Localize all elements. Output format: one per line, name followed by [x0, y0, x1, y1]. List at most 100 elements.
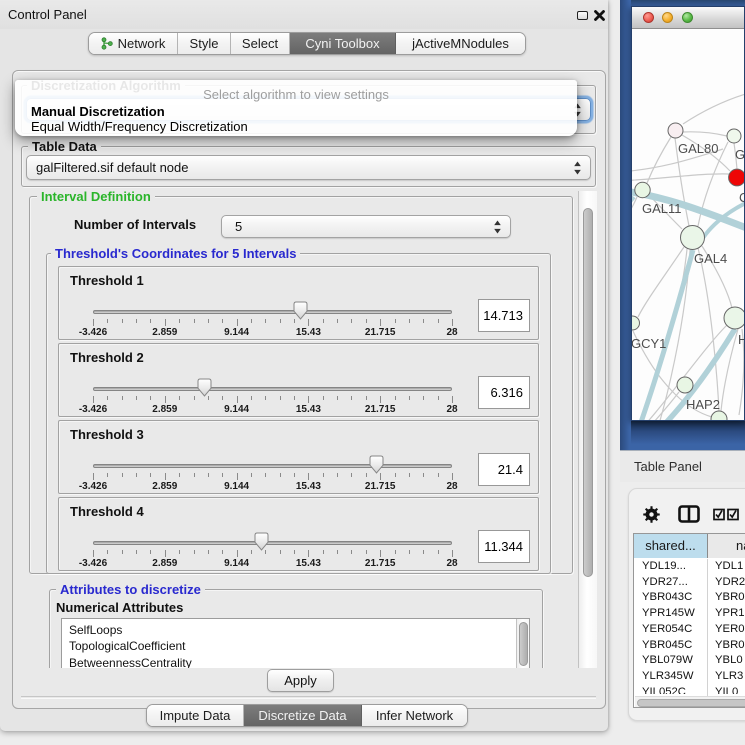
slider-tick — [409, 396, 410, 400]
float-window-icon[interactable] — [577, 11, 588, 20]
slider-tick — [265, 396, 266, 400]
scrollbar-thumb[interactable] — [583, 208, 593, 577]
threshold-label: Threshold 2 — [70, 350, 144, 365]
slider-track[interactable] — [93, 464, 452, 468]
attribute-list-item[interactable]: SelfLoops — [62, 622, 529, 638]
tab-impute-data[interactable]: Impute Data — [147, 705, 244, 726]
HAP2-node[interactable] — [677, 377, 693, 393]
scrollbar-thumb[interactable] — [519, 622, 528, 666]
slider-tick — [237, 473, 238, 480]
slider-tick — [222, 319, 223, 323]
threshold-value-field[interactable]: 6.316 — [478, 376, 530, 409]
settings-scrollbar[interactable] — [578, 191, 597, 668]
slider-scale-label: 28 — [446, 481, 457, 492]
table-cell-shared-name: YDR27... — [642, 576, 688, 588]
slider-tick — [107, 473, 108, 477]
table-row[interactable]: YBR045CYBR0 — [634, 638, 745, 654]
table-row[interactable]: YBR043CYBR0 — [634, 590, 745, 606]
network-edge — [683, 93, 744, 124]
threshold-value-field[interactable]: 21.4 — [478, 453, 530, 486]
GAL11-node[interactable] — [635, 182, 650, 197]
slider-scale-label: 2.859 — [152, 481, 177, 492]
minimize-traffic-light[interactable] — [662, 12, 673, 23]
slider-tick — [179, 550, 180, 554]
slider-track[interactable] — [93, 541, 452, 545]
slider-thumb[interactable] — [293, 301, 308, 320]
table-cell-shared-name: YDL19... — [642, 560, 686, 572]
network-edge-highlighted — [632, 250, 693, 420]
threshold-value-field[interactable]: 14.713 — [478, 299, 530, 332]
G-node[interactable] — [727, 129, 741, 143]
H-node[interactable] — [724, 307, 744, 329]
slider-tick — [179, 396, 180, 400]
slider-tick — [150, 319, 151, 323]
popup-item-1[interactable]: Manual Discretization — [31, 104, 165, 119]
threshold-panel-2: Threshold 2-3.4262.8599.14415.4321.71528… — [58, 343, 539, 417]
select-columns-icon[interactable] — [713, 508, 741, 521]
bottom-node[interactable] — [711, 411, 727, 420]
number-of-intervals-label: Number of Intervals — [74, 217, 196, 232]
tab-label: Infer Network — [376, 708, 453, 723]
threshold-value-field[interactable]: 11.344 — [478, 530, 530, 563]
network-edge — [632, 249, 687, 420]
slider-tick — [323, 473, 324, 477]
node-table: shared... na YDL19...YDL1YDR27...YDR2YBR… — [633, 533, 745, 708]
network-canvas[interactable]: GAL80GACGAL11GAL4GCY1HHAP2 — [632, 29, 744, 420]
zoom-traffic-light[interactable] — [682, 12, 693, 23]
table-row[interactable]: YLR345WYLR3 — [634, 669, 745, 685]
tab-cyni-toolbox[interactable]: Cyni Toolbox — [290, 33, 396, 54]
network-window-titlebar[interactable] — [632, 7, 744, 29]
slider-tick — [222, 473, 223, 477]
tab-jactivemnodules[interactable]: jActiveMNodules — [396, 33, 525, 54]
table-header-name[interactable]: na — [708, 534, 745, 558]
GAL80-node[interactable] — [668, 123, 683, 138]
close-traffic-light[interactable] — [643, 12, 654, 23]
table-cell-name: YLR3 — [715, 670, 743, 682]
slider-tick — [380, 550, 381, 557]
tab-select[interactable]: Select — [231, 33, 290, 54]
table-row[interactable]: YBL079WYBL0 — [634, 653, 745, 669]
G-node-label: GA — [735, 147, 744, 162]
tab-discretize-data[interactable]: Discretize Data — [244, 705, 362, 726]
table-row[interactable]: YPR145WYPR1 — [634, 606, 745, 622]
tab-infer-network[interactable]: Infer Network — [362, 705, 467, 726]
attributes-list-scrollbar[interactable] — [516, 619, 529, 668]
slider-tick — [222, 396, 223, 400]
slider-tick — [308, 319, 309, 326]
apply-button[interactable]: Apply — [267, 669, 334, 692]
close-icon[interactable] — [593, 9, 606, 22]
table-row[interactable]: YIL052CYIL0 — [634, 685, 745, 694]
scrollbar-thumb[interactable] — [637, 699, 745, 707]
tab-style[interactable]: Style — [178, 33, 231, 54]
attribute-list-item[interactable]: BetweennessCentrality — [62, 655, 529, 668]
table-row[interactable]: YER054CYER0 — [634, 622, 745, 638]
tab-network[interactable]: Network — [89, 33, 178, 54]
table-header-shared[interactable]: shared... — [634, 534, 708, 558]
slider-track[interactable] — [93, 310, 452, 314]
slider-thumb[interactable] — [254, 532, 269, 551]
red-node[interactable] — [729, 169, 744, 186]
table-row[interactable]: YDL19...YDL1 — [634, 559, 745, 575]
slider-tick — [323, 319, 324, 323]
slider-tick — [423, 550, 424, 554]
table-row[interactable]: YDR27...YDR2 — [634, 575, 745, 591]
number-of-intervals-combobox[interactable]: 5 — [221, 215, 511, 238]
slider-thumb[interactable] — [369, 455, 384, 474]
table-horizontal-scrollbar[interactable] — [635, 696, 745, 707]
GCY1-node[interactable] — [632, 316, 640, 330]
divider — [21, 696, 596, 698]
GAL4-node[interactable] — [681, 226, 705, 250]
slider-tick — [165, 396, 166, 403]
slider-tick — [179, 473, 180, 477]
slider-thumb[interactable] — [197, 378, 212, 397]
table-cell-name: YBL0 — [715, 654, 743, 666]
gear-icon[interactable] — [643, 506, 660, 523]
attribute-list-item[interactable]: TopologicalCoefficient — [62, 638, 529, 654]
popup-item-2[interactable]: Equal Width/Frequency Discretization — [31, 119, 248, 134]
table-data-combobox[interactable]: galFiltered.sif default node — [26, 155, 591, 180]
control-panel-titlebar[interactable]: Control Panel — [0, 0, 608, 29]
slider-tick — [150, 550, 151, 554]
slider-tick — [452, 550, 453, 557]
slider-track[interactable] — [93, 387, 452, 391]
columns-icon[interactable] — [678, 505, 700, 523]
